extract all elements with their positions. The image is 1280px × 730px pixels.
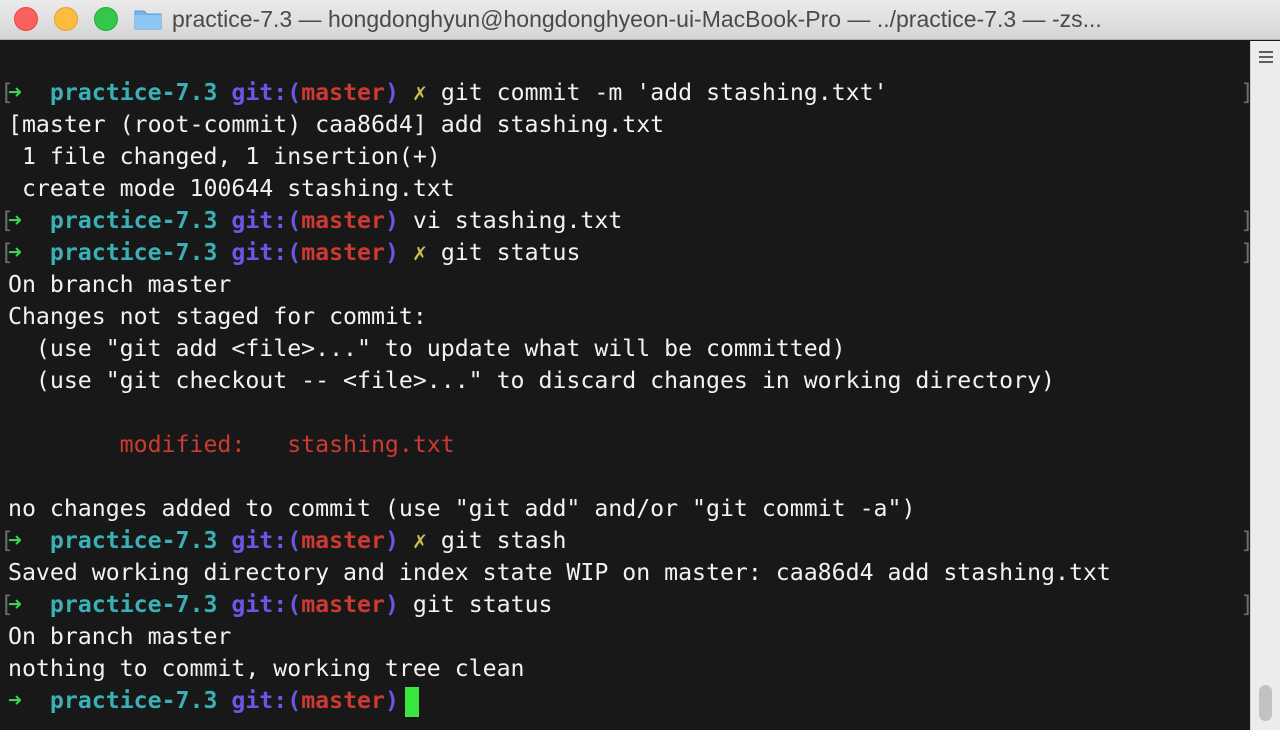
prompt-line: [➜ practice-7.3 git:(master) ✗ git statu… — [0, 237, 1254, 269]
command-text: git status — [412, 591, 553, 618]
prompt-git-close: ) — [384, 207, 399, 234]
dirty-icon: ✗ — [412, 527, 427, 554]
dirty-icon: ✗ — [412, 79, 427, 106]
line-mark-left: [ — [0, 239, 14, 266]
prompt-branch: master — [301, 79, 385, 106]
prompt-git-close: ) — [384, 79, 399, 106]
output-line: create mode 100644 stashing.txt — [8, 175, 455, 202]
prompt-line: [➜ practice-7.3 git:(master) git status] — [0, 589, 1254, 621]
output-line: Saved working directory and index state … — [8, 559, 1111, 586]
prompt-git: git:( — [231, 239, 302, 266]
prompt-line: [➜ practice-7.3 git:(master) vi stashing… — [0, 205, 1254, 237]
prompt-dir: practice-7.3 — [49, 527, 218, 554]
prompt-branch: master — [301, 591, 385, 618]
prompt-branch: master — [301, 687, 385, 714]
output-line: [master (root-commit) caa86d4] add stash… — [8, 111, 665, 138]
scrollbar-thumb[interactable] — [1259, 685, 1272, 721]
prompt-git: git:( — [231, 79, 302, 106]
minimize-button[interactable] — [54, 7, 78, 31]
command-text: git stash — [440, 527, 567, 554]
output-line: Changes not staged for commit: — [8, 303, 427, 330]
dirty-icon: ✗ — [412, 239, 427, 266]
active-prompt-line[interactable]: ➜ practice-7.3 git:(master) — [8, 685, 1111, 717]
prompt-arrow-icon: ➜ — [8, 687, 22, 714]
command-text: git status — [440, 239, 581, 266]
prompt-git: git:( — [231, 527, 302, 554]
line-mark-left: [ — [0, 591, 14, 618]
prompt-dir: practice-7.3 — [49, 239, 218, 266]
terminal-content[interactable]: [➜ practice-7.3 git:(master) ✗ git commi… — [0, 41, 1254, 730]
output-line: 1 file changed, 1 insertion(+) — [8, 143, 441, 170]
output-line: nothing to commit, working tree clean — [8, 655, 525, 682]
output-line: (use "git checkout -- <file>..." to disc… — [8, 367, 1056, 394]
command-text: vi stashing.txt — [412, 207, 623, 234]
title-bar[interactable]: practice-7.3 — hongdonghyun@hongdonghyeo… — [0, 0, 1280, 40]
command-text: git commit -m 'add stashing.txt' — [440, 79, 888, 106]
prompt-git: git:( — [231, 207, 302, 234]
output-line: On branch master — [8, 271, 232, 298]
prompt-branch: master — [301, 527, 385, 554]
prompt-branch: master — [301, 207, 385, 234]
output-line: (use "git add <file>..." to update what … — [8, 335, 846, 362]
scrollbar[interactable] — [1250, 41, 1280, 730]
zoom-button[interactable] — [94, 7, 118, 31]
line-mark-left: [ — [0, 207, 14, 234]
menu-icon[interactable] — [1259, 51, 1273, 63]
prompt-git: git:( — [231, 591, 302, 618]
prompt-git-close: ) — [384, 687, 399, 714]
prompt-git-close: ) — [384, 591, 399, 618]
prompt-line: [➜ practice-7.3 git:(master) ✗ git commi… — [0, 77, 1254, 109]
prompt-dir: practice-7.3 — [49, 79, 218, 106]
prompt-dir: practice-7.3 — [49, 591, 218, 618]
terminal-lines: [➜ practice-7.3 git:(master) ✗ git commi… — [0, 77, 1254, 717]
line-mark-left: [ — [0, 527, 14, 554]
window-title: practice-7.3 — hongdonghyun@hongdonghyeo… — [172, 6, 1102, 32]
close-button[interactable] — [14, 7, 38, 31]
modified-line: modified: stashing.txt — [8, 431, 455, 458]
output-line: no changes added to commit (use "git add… — [8, 495, 916, 522]
prompt-branch: master — [301, 239, 385, 266]
prompt-git-close: ) — [384, 239, 399, 266]
line-mark-left: [ — [0, 79, 14, 106]
folder-icon — [134, 10, 162, 30]
prompt-dir: practice-7.3 — [49, 687, 218, 714]
output-line: On branch master — [8, 623, 232, 650]
text-cursor[interactable] — [404, 686, 419, 717]
prompt-dir: practice-7.3 — [49, 207, 218, 234]
prompt-git-close: ) — [384, 527, 399, 554]
prompt-line: [➜ practice-7.3 git:(master) ✗ git stash… — [0, 525, 1254, 557]
prompt-git: git:( — [231, 687, 302, 714]
terminal-window: practice-7.3 — hongdonghyun@hongdonghyeo… — [0, 0, 1280, 730]
